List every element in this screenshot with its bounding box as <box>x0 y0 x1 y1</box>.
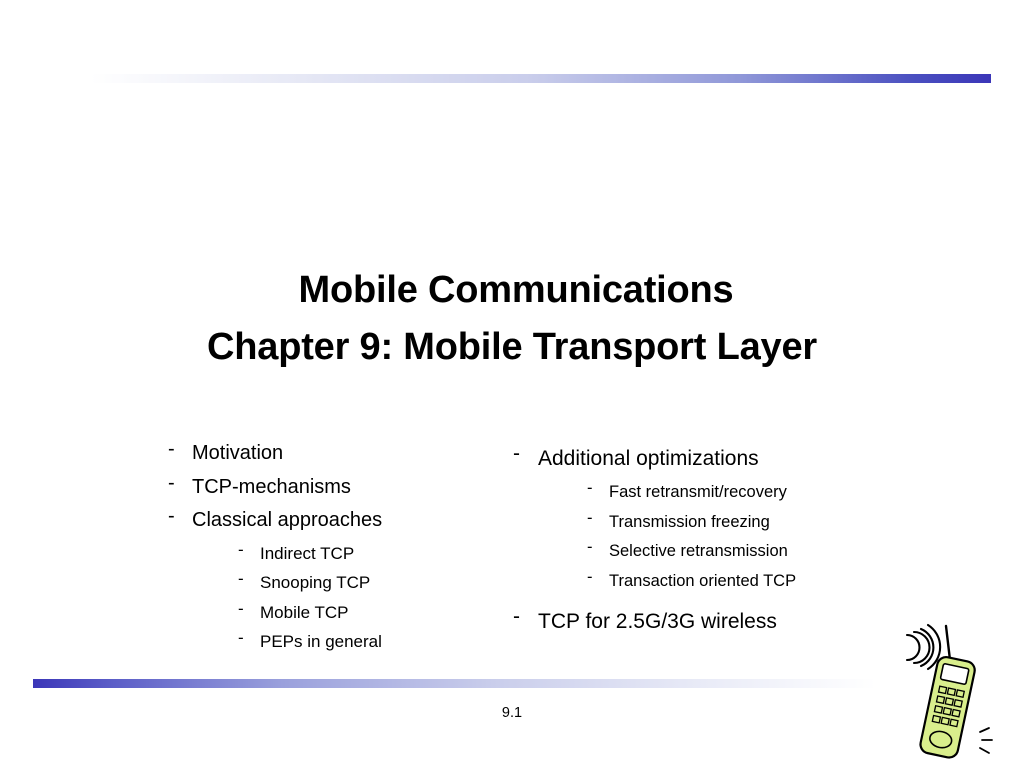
bullet-dash-icon: - <box>587 508 593 527</box>
bullet-dash-icon: - <box>587 538 593 556</box>
list-item-label: Classical approaches <box>192 509 383 531</box>
list-item-label: TCP for 2.5G/3G wireless <box>538 610 777 633</box>
sub-list-item-label: Mobile TCP <box>260 602 349 622</box>
bottom-accent-bar <box>33 679 991 688</box>
list-item: - Motivation <box>160 437 490 471</box>
bullet-dash-icon: - <box>238 628 244 647</box>
title-line-1: Mobile Communications <box>298 269 734 311</box>
sub-list-item: - Snooping TCP <box>238 568 490 598</box>
list-item: - Classical approaches - Indirect TCP - … <box>160 504 490 657</box>
slide: Mobile Communications Chapter 9: Mobile … <box>0 0 1024 768</box>
bullet-dash-icon: - <box>238 539 244 559</box>
bullet-dash-icon: - <box>513 442 520 465</box>
sub-list-item: - Indirect TCP <box>238 539 490 569</box>
title-line-2: Chapter 9: Mobile Transport Layer <box>207 326 817 368</box>
list-item-label: Additional optimizations <box>538 447 759 470</box>
bullet-dash-icon: - <box>238 598 244 618</box>
sub-list-item: - Transmission freezing <box>587 508 905 538</box>
sub-list-item: - Transaction oriented TCP <box>587 567 905 597</box>
sub-list-item-label: PEPs in general <box>260 632 382 651</box>
bullet-dash-icon: - <box>587 567 593 586</box>
sub-list-item-label: Transmission freezing <box>609 512 770 531</box>
mobile-phone-with-signal-waves-icon <box>905 623 993 759</box>
page-title: Mobile Communications Chapter 9: Mobile … <box>72 262 952 376</box>
sub-list-item: - PEPs in general <box>238 627 490 657</box>
right-content-column: - Additional optimizations - Fast retran… <box>505 441 905 639</box>
right-sub-list: - Fast retransmit/recovery - Transmissio… <box>538 478 905 596</box>
sub-list-item: - Selective retransmission <box>587 537 905 567</box>
bullet-dash-icon: - <box>168 471 175 494</box>
sub-list-item-label: Transaction oriented TCP <box>609 571 797 590</box>
bullet-dash-icon: - <box>238 569 244 588</box>
sub-list-item: - Mobile TCP <box>238 598 490 628</box>
bullet-dash-icon: - <box>168 438 175 460</box>
list-item-label: Motivation <box>192 442 284 464</box>
left-sub-list: - Indirect TCP - Snooping TCP - Mobile T… <box>192 539 490 657</box>
sub-list-item: - Fast retransmit/recovery <box>587 478 905 508</box>
sub-list-item-label: Fast retransmit/recovery <box>609 483 787 501</box>
bullet-dash-icon: - <box>168 505 175 527</box>
page-number: 9.1 <box>501 705 523 721</box>
sub-list-item-label: Selective retransmission <box>609 542 788 560</box>
sub-list-item-label: Indirect TCP <box>260 543 355 563</box>
list-item: - TCP-mechanisms <box>160 471 490 505</box>
bullet-dash-icon: - <box>587 479 593 497</box>
bullet-dash-icon: - <box>513 605 520 628</box>
right-outline-list: - Additional optimizations - Fast retran… <box>505 441 905 639</box>
list-item: - TCP for 2.5G/3G wireless <box>505 604 905 639</box>
list-item-label: TCP-mechanisms <box>192 475 351 498</box>
left-content-column: - Motivation - TCP-mechanisms - Classica… <box>160 437 490 657</box>
top-accent-bar <box>33 74 991 83</box>
sub-list-item-label: Snooping TCP <box>260 573 371 592</box>
left-outline-list: - Motivation - TCP-mechanisms - Classica… <box>160 437 490 657</box>
list-item: - Additional optimizations - Fast retran… <box>505 441 905 596</box>
